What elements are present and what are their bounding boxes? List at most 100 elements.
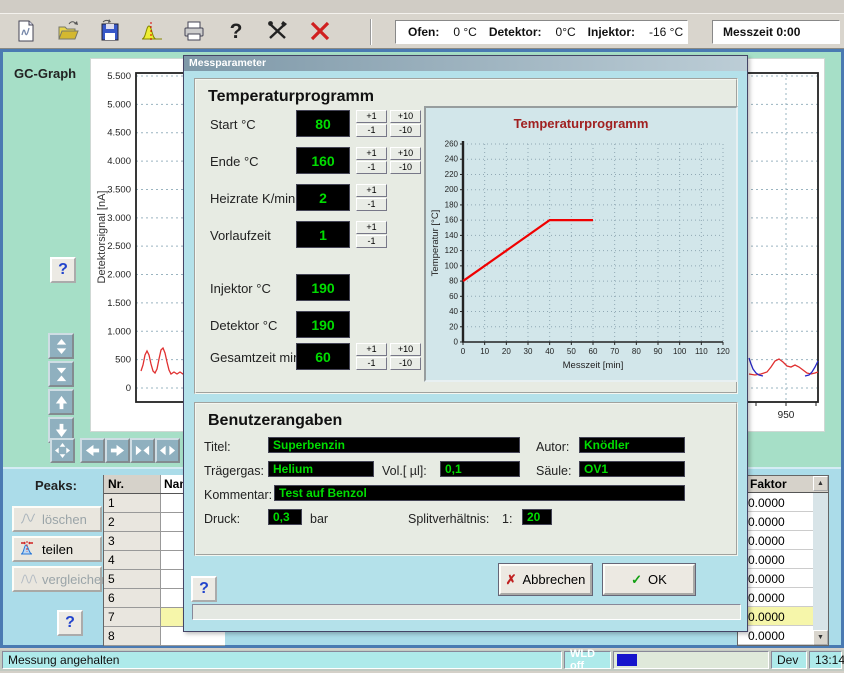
progress-chunk xyxy=(617,654,637,666)
help-button-graph[interactable]: ? xyxy=(50,257,76,283)
expand-horizontal-button[interactable] xyxy=(155,438,180,463)
increment-10-button[interactable]: +10 xyxy=(390,110,421,123)
dev-indicator: Dev xyxy=(771,651,807,669)
new-document-icon[interactable] xyxy=(12,18,40,44)
saeule-field[interactable]: OV1 xyxy=(579,461,685,477)
scroll-left-button[interactable] xyxy=(80,438,105,463)
field-value-display: 60 xyxy=(296,343,350,370)
help-button-dialog[interactable]: ? xyxy=(191,576,217,602)
svg-text:70: 70 xyxy=(610,347,619,356)
svg-text:40: 40 xyxy=(449,307,458,316)
svg-text:10: 10 xyxy=(480,347,489,356)
temp-group-heading: Temperaturprogramm xyxy=(208,88,374,106)
druck-field[interactable]: 0,3 xyxy=(268,509,302,525)
split-field[interactable]: 20 xyxy=(522,509,552,525)
decrement-1-button[interactable]: -1 xyxy=(356,161,387,174)
svg-text:0: 0 xyxy=(126,383,131,394)
scroll-right-button[interactable] xyxy=(105,438,130,463)
svg-text:Messzeit [min]: Messzeit [min] xyxy=(563,360,624,371)
svg-text:2.500: 2.500 xyxy=(107,241,131,252)
detektor-label: Detektor: xyxy=(489,25,542,39)
scroll-down-arrow[interactable]: ▼ xyxy=(813,630,828,645)
svg-text:80: 80 xyxy=(449,277,458,286)
compress-horizontal-button[interactable] xyxy=(130,438,155,463)
split-prefix: 1: xyxy=(502,512,512,526)
application-window: ? Ofen: 0 °C Detektor: 0°C Injektor: -16… xyxy=(0,0,844,673)
titel-field[interactable]: Superbenzin xyxy=(268,437,520,453)
increment-1-button[interactable]: +1 xyxy=(356,184,387,197)
tools-icon[interactable] xyxy=(264,18,292,44)
injektor-label: Injektor: xyxy=(588,25,635,39)
svg-text:4.500: 4.500 xyxy=(107,128,131,139)
kommentar-field[interactable]: Test auf Benzol xyxy=(274,485,685,501)
faktor-cell[interactable]: 0.0000 xyxy=(738,607,813,626)
open-file-icon[interactable] xyxy=(54,18,82,44)
field-label: Ende °C xyxy=(210,154,259,169)
decrement-10-button[interactable]: -10 xyxy=(390,357,421,370)
increment-1-button[interactable]: +1 xyxy=(356,110,387,123)
temp-chart-title: Temperaturprogramm xyxy=(426,116,736,131)
svg-text:120: 120 xyxy=(716,347,730,356)
decrement-1-button[interactable]: -1 xyxy=(356,235,387,248)
faktor-cell[interactable]: 0.0000 xyxy=(738,626,813,645)
expand-vertical-button[interactable] xyxy=(48,333,74,359)
decrement-10-button[interactable]: -10 xyxy=(390,161,421,174)
messparameter-dialog: Messparameter Temperaturprogramm Start °… xyxy=(183,55,748,632)
faktor-cell[interactable]: 0.0000 xyxy=(738,550,813,569)
increment-10-button[interactable]: +10 xyxy=(390,147,421,160)
faktor-cell[interactable]: 0.0000 xyxy=(738,531,813,550)
svg-text:240: 240 xyxy=(445,155,459,164)
svg-text:2.000: 2.000 xyxy=(107,270,131,281)
faktor-scrollbar[interactable]: ▼ xyxy=(813,493,828,645)
svg-text:3.500: 3.500 xyxy=(107,184,131,195)
dialog-titlebar[interactable]: Messparameter xyxy=(184,56,747,71)
save-icon[interactable] xyxy=(96,18,124,44)
field-label: Heizrate K/min xyxy=(210,191,295,206)
signal-icon[interactable] xyxy=(138,18,166,44)
peaks-label: Peaks: xyxy=(35,478,77,493)
faktor-cell[interactable]: 0.0000 xyxy=(738,512,813,531)
traegergas-field[interactable]: Helium xyxy=(268,461,374,477)
faktor-cell[interactable]: 0.0000 xyxy=(738,569,813,588)
increment-1-button[interactable]: +1 xyxy=(356,343,387,356)
increment-10-button[interactable]: +10 xyxy=(390,343,421,356)
close-icon[interactable] xyxy=(306,18,334,44)
ofen-label: Ofen: xyxy=(408,25,439,39)
field-value-display: 190 xyxy=(296,274,350,301)
titel-label: Titel: xyxy=(204,440,231,454)
faktor-cell[interactable]: 0.0000 xyxy=(738,588,813,607)
scroll-up-arrow[interactable]: ▲ xyxy=(813,476,828,491)
cancel-button[interactable]: ✗ Abbrechen xyxy=(499,564,592,595)
field-value-display: 80 xyxy=(296,110,350,137)
vol-field[interactable]: 0,1 xyxy=(440,461,520,477)
svg-text:1.500: 1.500 xyxy=(107,298,131,309)
svg-text:40: 40 xyxy=(545,347,554,356)
compress-vertical-button[interactable] xyxy=(48,361,74,387)
scroll-up-button[interactable] xyxy=(48,389,74,415)
help-icon[interactable]: ? xyxy=(222,18,250,44)
druck-unit: bar xyxy=(310,512,328,526)
faktor-cell[interactable]: 0.0000 xyxy=(738,493,813,512)
move-all-button[interactable] xyxy=(50,438,75,463)
decrement-10-button[interactable]: -10 xyxy=(390,124,421,137)
svg-text:80: 80 xyxy=(632,347,641,356)
delete-peak-icon xyxy=(20,510,38,528)
gc-graph-label: GC-Graph xyxy=(14,66,76,81)
increment-1-button[interactable]: +1 xyxy=(356,221,387,234)
increment-1-button[interactable]: +1 xyxy=(356,147,387,160)
autor-field[interactable]: Knödler xyxy=(579,437,685,453)
svg-text:5.000: 5.000 xyxy=(107,99,131,110)
decrement-1-button[interactable]: -1 xyxy=(356,198,387,211)
teilen-button[interactable]: teilen xyxy=(12,536,102,562)
main-window: GC-Graph 5.5005.0004.5004.0003.5003.0002… xyxy=(0,49,844,648)
svg-text:Detektorsignal [nA]: Detektorsignal [nA] xyxy=(96,191,108,284)
svg-text:110: 110 xyxy=(695,347,708,356)
help-button-peaks[interactable]: ? xyxy=(57,610,83,636)
svg-text:180: 180 xyxy=(445,200,459,209)
decrement-1-button[interactable]: -1 xyxy=(356,357,387,370)
print-icon[interactable] xyxy=(180,18,208,44)
decrement-1-button[interactable]: -1 xyxy=(356,124,387,137)
autor-label: Autor: xyxy=(536,440,569,454)
ok-button[interactable]: ✓ OK xyxy=(603,564,695,595)
ofen-value: 0 °C xyxy=(453,25,476,39)
